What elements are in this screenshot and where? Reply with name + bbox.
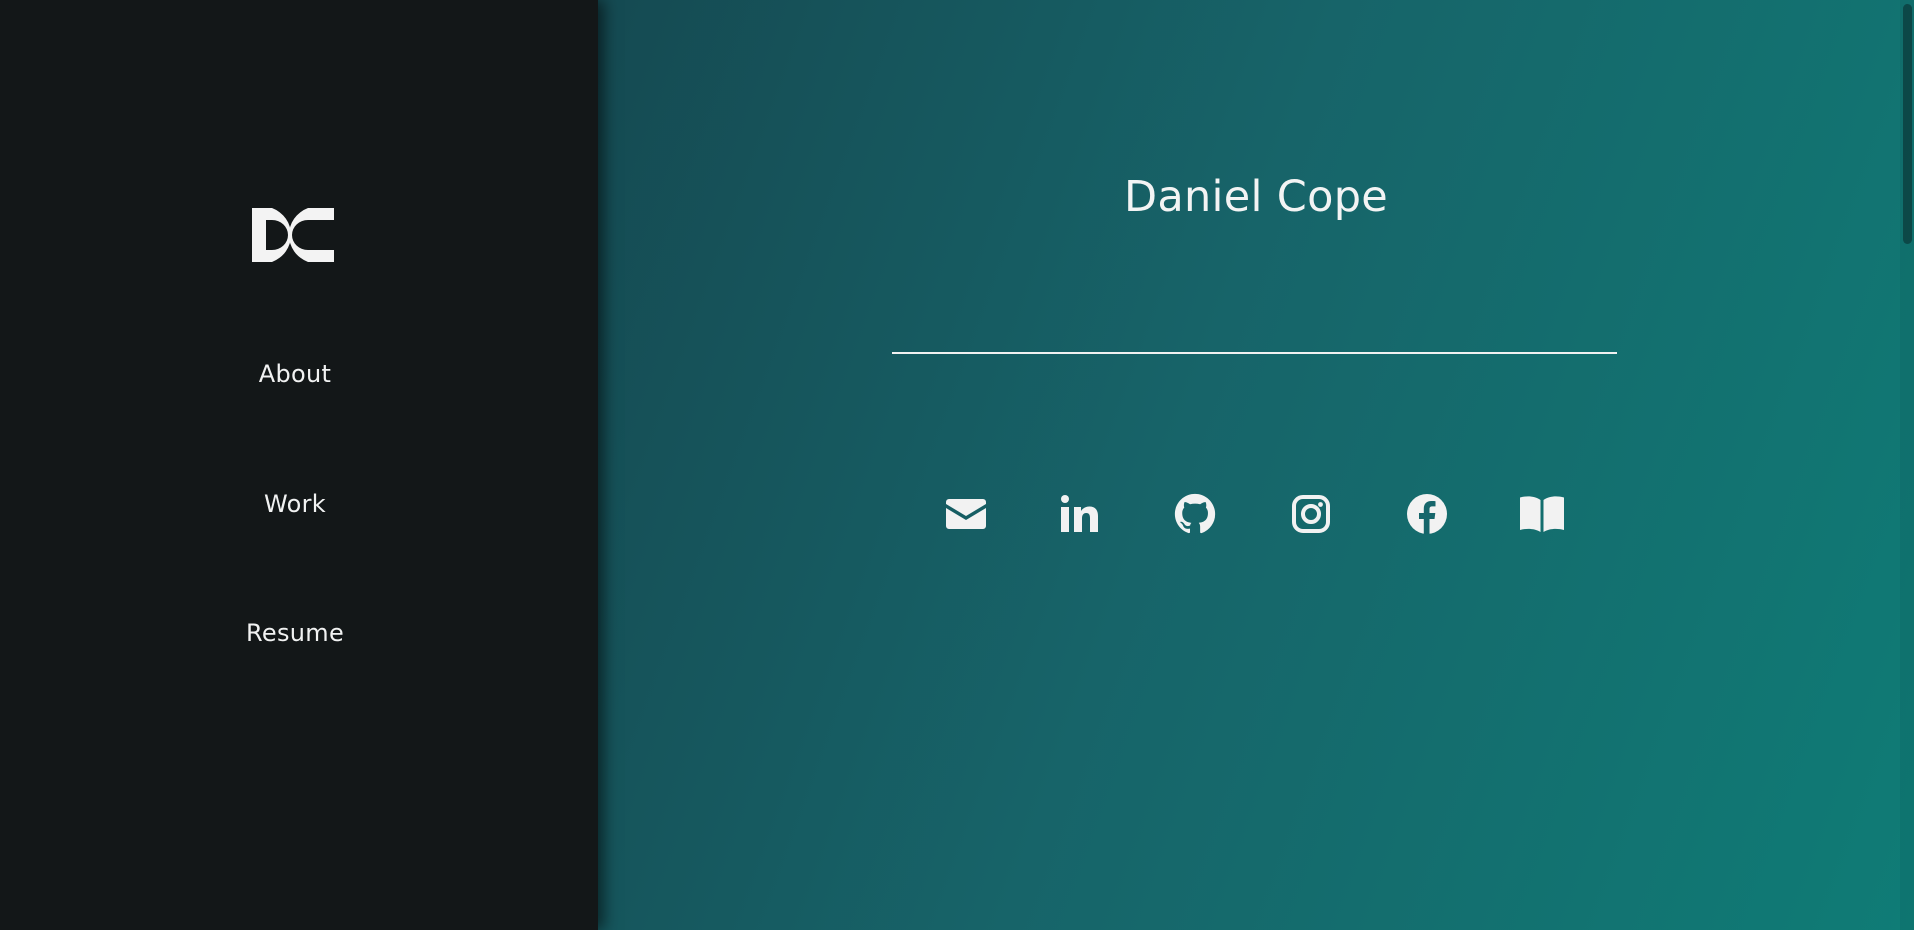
envelope-icon[interactable] — [942, 490, 990, 538]
linkedin-icon[interactable] — [1055, 490, 1103, 538]
facebook-icon[interactable] — [1403, 490, 1451, 538]
sidebar: About Work Resume — [0, 0, 598, 930]
page-title: Daniel Cope — [1123, 172, 1389, 222]
scrollbar[interactable] — [1900, 0, 1914, 930]
main-content: Daniel Cope — [598, 0, 1914, 930]
divider — [892, 352, 1617, 354]
github-icon[interactable] — [1171, 490, 1219, 538]
dc-monogram-logo[interactable] — [250, 204, 338, 266]
nav-work[interactable]: Work — [0, 490, 590, 518]
instagram-icon[interactable] — [1287, 490, 1335, 538]
nav-about[interactable]: About — [0, 360, 590, 388]
page: About Work Resume Daniel Cope — [0, 0, 1914, 930]
scrollbar-thumb[interactable] — [1903, 4, 1912, 244]
nav-resume[interactable]: Resume — [0, 619, 590, 647]
book-icon[interactable] — [1518, 490, 1566, 538]
